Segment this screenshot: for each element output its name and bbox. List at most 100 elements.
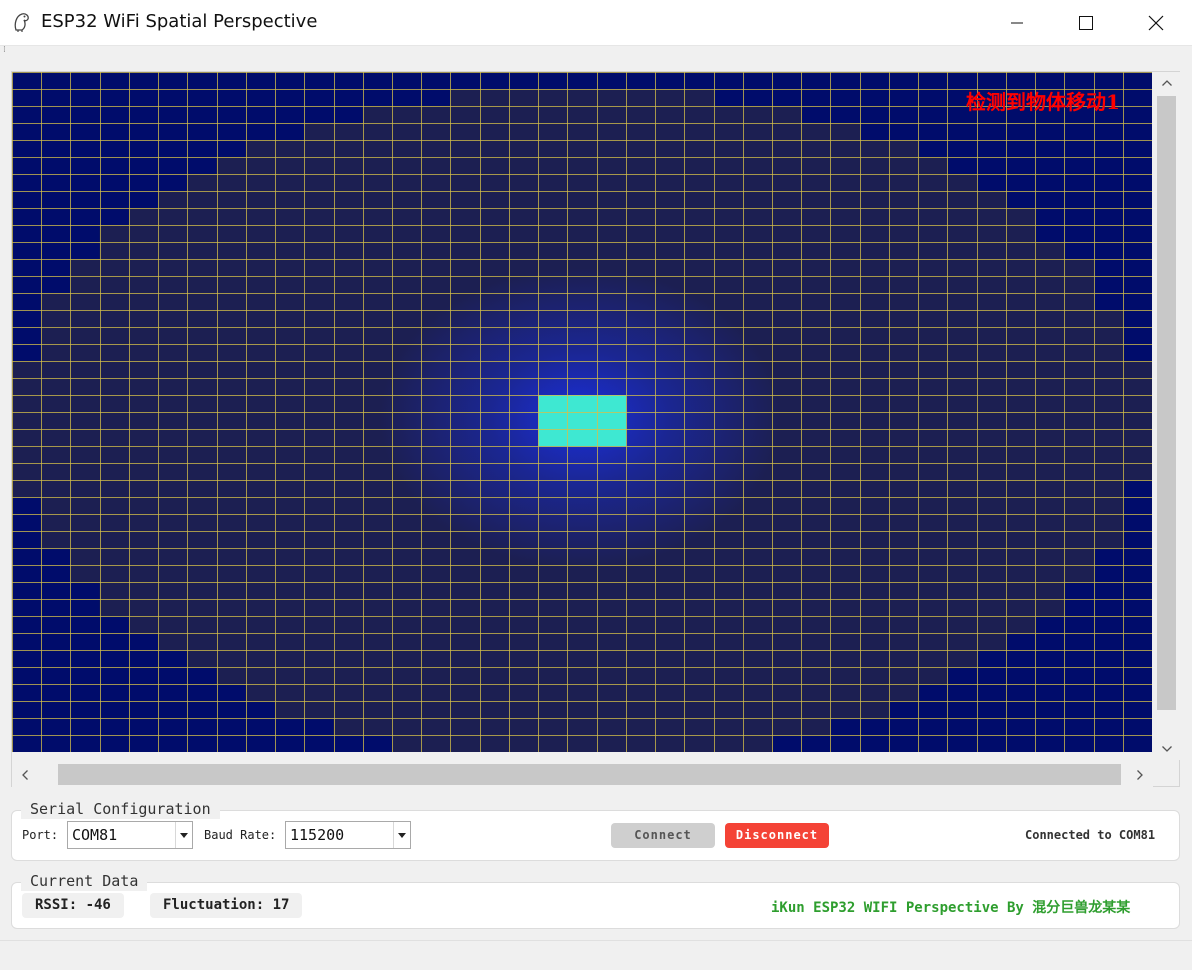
heatmap-cell — [245, 480, 276, 498]
heatmap-cell — [275, 140, 305, 158]
heatmap-cell — [158, 344, 188, 362]
scroll-right-button[interactable] — [1127, 761, 1153, 788]
minimize-button[interactable] — [982, 0, 1052, 45]
heatmap-cell — [888, 497, 919, 515]
heatmap-cell — [421, 106, 451, 124]
heatmap-cell — [187, 480, 218, 498]
heatmap-cell — [888, 463, 919, 481]
hotspot-cell — [596, 412, 627, 430]
heatmap-cell — [362, 225, 393, 243]
heatmap-cell — [245, 191, 276, 209]
heatmap-cell — [1064, 480, 1095, 498]
connection-status: Connected to COM81 — [1025, 828, 1156, 842]
heatmap-cell — [99, 395, 130, 413]
scroll-up-button[interactable] — [1153, 72, 1180, 94]
heatmap-cell — [158, 395, 188, 413]
heatmap-cell — [362, 157, 393, 175]
heatmap-cell — [70, 361, 101, 379]
disconnect-button[interactable]: Disconnect — [725, 823, 829, 848]
horizontal-scroll-thumb[interactable] — [58, 764, 1121, 785]
maximize-button[interactable] — [1051, 0, 1121, 45]
heatmap-cell — [713, 735, 744, 752]
heatmap-cell — [245, 378, 276, 396]
heatmap-cell — [567, 684, 598, 702]
heatmap-cell — [187, 531, 218, 549]
heatmap-cell — [859, 361, 890, 379]
heatmap-cell — [713, 531, 744, 549]
heatmap-cell — [333, 123, 364, 141]
heatmap-cell — [12, 395, 42, 413]
baud-select[interactable]: 115200 — [285, 821, 411, 849]
heatmap-cell — [596, 225, 627, 243]
heatmap-view[interactable] — [12, 72, 1152, 752]
heatmap-cell — [655, 123, 685, 141]
heatmap-cell — [859, 480, 890, 498]
heatmap-cell — [275, 191, 305, 209]
heatmap-cell — [362, 480, 393, 498]
vertical-scrollbar[interactable] — [1153, 72, 1180, 760]
heatmap-cell — [655, 89, 685, 107]
hotspot-cell — [567, 395, 598, 413]
heatmap-cell — [772, 225, 802, 243]
heatmap-cell — [947, 225, 978, 243]
heatmap-cell — [450, 140, 481, 158]
heatmap-cell — [538, 582, 568, 600]
scroll-left-button[interactable] — [12, 761, 38, 788]
heatmap-cell — [362, 174, 393, 192]
heatmap-cell — [830, 327, 861, 345]
heatmap-cell — [245, 531, 276, 549]
heatmap-cell — [128, 225, 159, 243]
heatmap-cell — [713, 106, 744, 124]
heatmap-cell — [888, 276, 919, 294]
heatmap-cell — [187, 497, 218, 515]
connect-button[interactable]: Connect — [611, 823, 715, 848]
heatmap-cell — [245, 650, 276, 668]
hotspot-cell — [567, 429, 598, 447]
heatmap-cell — [1005, 276, 1036, 294]
heatmap-cell — [859, 582, 890, 600]
horizontal-scrollbar[interactable] — [12, 761, 1153, 788]
heatmap-cell — [947, 191, 978, 209]
heatmap-cell — [684, 208, 715, 226]
heatmap-cell — [947, 531, 978, 549]
heatmap-cell — [918, 208, 948, 226]
vertical-scroll-thumb[interactable] — [1157, 96, 1176, 710]
baud-dropdown-arrow[interactable] — [393, 822, 410, 848]
heatmap-cell — [830, 633, 861, 651]
heatmap-cell — [245, 361, 276, 379]
heatmap-cell — [41, 310, 71, 328]
close-button[interactable] — [1121, 0, 1191, 45]
heatmap-cell — [70, 293, 101, 311]
heatmap-cell — [70, 531, 101, 549]
heatmap-cell — [801, 718, 831, 736]
heatmap-cell — [684, 599, 715, 617]
heatmap-cell — [801, 599, 831, 617]
heatmap-cell — [801, 446, 831, 464]
heatmap-cell — [567, 123, 598, 141]
scroll-down-button[interactable] — [1153, 738, 1180, 760]
heatmap-cell — [333, 361, 364, 379]
heatmap-cell — [304, 259, 335, 277]
heatmap-cell — [655, 191, 685, 209]
heatmap-cell — [1035, 446, 1065, 464]
port-dropdown-arrow[interactable] — [175, 822, 192, 848]
heatmap-cell — [392, 242, 422, 260]
heatmap-cell — [684, 242, 715, 260]
heatmap-cell — [245, 140, 276, 158]
heatmap-cell — [362, 718, 393, 736]
heatmap-cell — [333, 395, 364, 413]
heatmap-cell — [976, 480, 1007, 498]
heatmap-cell — [830, 174, 861, 192]
heatmap-cell — [1005, 208, 1036, 226]
heatmap-cell — [216, 378, 247, 396]
port-select[interactable]: COM81 — [67, 821, 193, 849]
app-logo-icon — [14, 13, 29, 32]
heatmap-cell — [450, 174, 481, 192]
heatmap-cell — [421, 242, 451, 260]
heatmap-cell — [158, 242, 188, 260]
heatmap-cell — [187, 582, 218, 600]
heatmap-cell — [304, 225, 335, 243]
heatmap-cell — [216, 633, 247, 651]
heatmap-cell — [888, 412, 919, 430]
heatmap-cell — [596, 718, 627, 736]
